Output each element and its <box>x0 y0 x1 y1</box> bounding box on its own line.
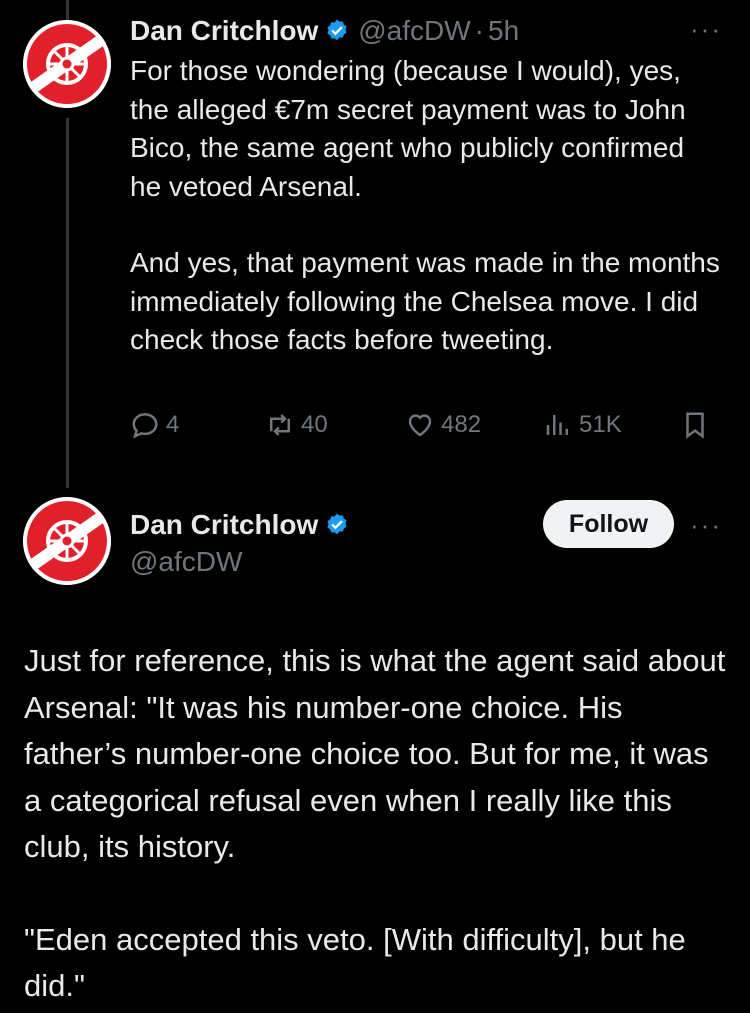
author-name-row: Dan Critchlow <box>130 506 350 544</box>
reply-count: 4 <box>166 411 180 438</box>
reply-icon <box>132 413 158 439</box>
author-name[interactable]: Dan Critchlow <box>130 509 318 540</box>
author-handle[interactable]: @afcDW <box>358 15 470 46</box>
tweet-paragraph: "Eden accepted this veto. [With difficul… <box>24 921 686 1004</box>
author-name[interactable]: Dan Critchlow <box>130 15 318 46</box>
author-handle[interactable]: @afcDW <box>130 543 242 581</box>
cannon-logo-icon <box>23 20 111 108</box>
thread-line <box>66 118 69 488</box>
tweet-text: Just for reference, this is what the age… <box>24 638 729 1010</box>
like-button[interactable]: 482 <box>405 410 481 440</box>
tweet-header: Dan Critchlow @afcDW · 5h <box>130 12 519 50</box>
tweet-paragraph: Just for reference, this is what the age… <box>24 643 726 864</box>
reply-button[interactable]: 4 <box>130 410 179 440</box>
views-button[interactable]: 51K <box>543 410 622 440</box>
views-icon <box>546 415 568 435</box>
verified-badge-icon <box>327 19 347 41</box>
follow-button[interactable]: Follow <box>543 500 674 548</box>
tweet-paragraph: And yes, that payment was made in the mo… <box>130 247 720 355</box>
cannon-logo-icon <box>23 497 111 585</box>
verified-badge-icon <box>327 513 347 535</box>
avatar[interactable] <box>23 497 111 585</box>
repost-button[interactable]: 40 <box>265 410 328 440</box>
repost-count: 40 <box>301 411 328 438</box>
timestamp[interactable]: 5h <box>488 15 519 46</box>
views-count: 51K <box>579 411 622 438</box>
avatar[interactable] <box>23 20 111 108</box>
action-bar: 4 40 482 51K <box>130 410 720 450</box>
more-icon[interactable]: ··· <box>690 510 722 541</box>
repost-icon <box>270 414 290 436</box>
thread-line-top <box>66 0 69 20</box>
bookmark-icon <box>686 412 704 439</box>
separator: · <box>474 15 484 46</box>
like-count: 482 <box>441 411 482 438</box>
tweet-paragraph: For those wondering (because I would), y… <box>130 55 686 202</box>
more-icon[interactable]: ··· <box>690 14 722 45</box>
tweet-text: For those wondering (because I would), y… <box>130 52 720 360</box>
like-icon <box>408 414 432 437</box>
bookmark-button[interactable] <box>680 410 716 440</box>
